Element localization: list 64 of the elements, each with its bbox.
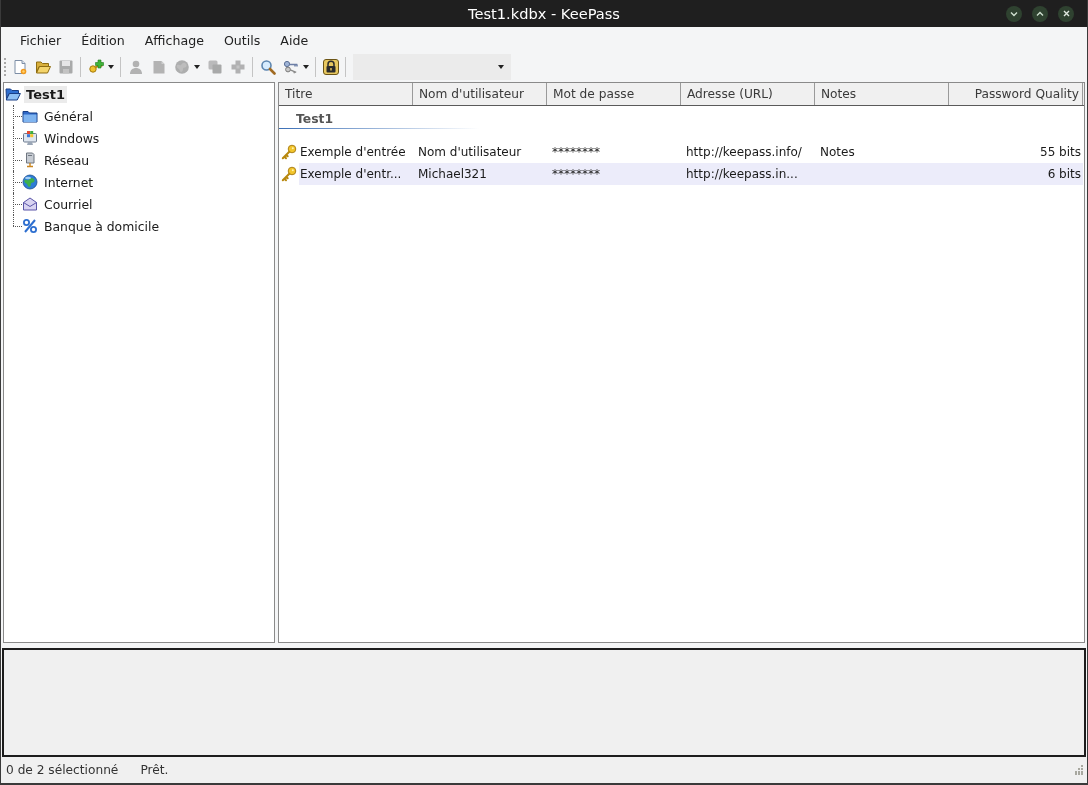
close-button[interactable] — [1058, 5, 1074, 22]
globe-icon — [22, 174, 38, 190]
tree-item[interactable]: Courriel — [42, 195, 95, 213]
table-cell-text: http://keepass.in... — [685, 167, 799, 181]
caret-icon — [302, 64, 309, 69]
column-header[interactable]: Mot de passe — [547, 83, 681, 105]
caret-icon — [498, 64, 504, 69]
caret-icon — [193, 64, 200, 69]
window-title: Test1.kdbx - KeePass — [468, 5, 620, 22]
status-text: 0 de 2 sélectionné — [6, 763, 119, 777]
maximize-button[interactable] — [1032, 5, 1048, 22]
puzzle-icon — [229, 58, 246, 75]
envelope-icon — [22, 196, 38, 212]
table-cell-text: 6 bits — [1046, 167, 1082, 181]
tree-item[interactable]: Internet — [42, 173, 96, 191]
table-cell-text: ******** — [551, 167, 601, 181]
table-cell-text: http://keepass.info/ — [685, 145, 803, 159]
menu-item[interactable]: Aide — [270, 29, 319, 51]
keys-icon — [282, 58, 299, 75]
column-header[interactable]: Password Quality — [949, 83, 1083, 105]
folder-icon — [22, 108, 38, 124]
table-cell-text: Notes — [819, 145, 856, 159]
tree-item[interactable]: Windows — [42, 129, 102, 147]
globe-icon — [173, 58, 190, 75]
tree-item[interactable]: Banque à domicile — [42, 217, 162, 235]
status-text: Prêt. — [140, 763, 169, 777]
column-header[interactable]: Titre — [279, 83, 413, 105]
menu-item[interactable]: Affichage — [134, 29, 214, 51]
tree-item[interactable]: Réseau — [42, 151, 92, 169]
minimize-button[interactable] — [1006, 5, 1022, 22]
resize-grip-icon — [1073, 765, 1083, 775]
entry-row[interactable]: Exemple d'entrée Nom d'utilisateur ******** http://keepass.info/ Notes 55 bits — [299, 141, 1083, 163]
menu-item[interactable]: Édition — [71, 29, 135, 51]
table-cell-text: Nom d'utilisateur — [417, 145, 523, 159]
new-document-icon — [11, 58, 28, 75]
close-icon — [1062, 10, 1070, 17]
percent-icon — [22, 218, 38, 234]
table-cell-text: ******** — [551, 145, 601, 159]
key-icon — [281, 144, 297, 160]
table-cell-text: Exemple d'entr... — [299, 167, 403, 181]
chevron-down-icon — [1010, 10, 1018, 17]
monitor-icon — [22, 130, 38, 146]
search-icon — [259, 58, 276, 75]
menu-item[interactable]: Fichier — [10, 29, 72, 51]
tree-item[interactable]: Général — [42, 107, 95, 125]
column-header[interactable]: Notes — [815, 83, 949, 105]
user-icon — [127, 58, 144, 75]
table-cell-text: Exemple d'entrée — [299, 145, 407, 159]
key-icon — [281, 166, 297, 182]
caret-icon — [107, 64, 114, 69]
chevron-up-icon — [1036, 10, 1044, 17]
table-cell-text: Michael321 — [417, 167, 488, 181]
column-header[interactable]: Nom d'utilisateur — [413, 83, 547, 105]
menu-item[interactable]: Outils — [213, 29, 271, 51]
entry-row[interactable]: Exemple d'entr... Michael321 ******** http://keepass.in... 6 bits — [299, 163, 1083, 185]
copy-icon — [206, 58, 223, 75]
table-cell-text: 55 bits — [1039, 145, 1082, 159]
open-folder-icon — [5, 86, 21, 102]
key-plus-icon — [87, 58, 104, 75]
open-folder-icon — [34, 58, 51, 75]
column-header[interactable]: Adresse (URL) — [681, 83, 815, 105]
tree-item[interactable]: Test1 — [24, 85, 67, 103]
lock-icon — [322, 58, 339, 75]
grip-icon — [4, 56, 7, 77]
